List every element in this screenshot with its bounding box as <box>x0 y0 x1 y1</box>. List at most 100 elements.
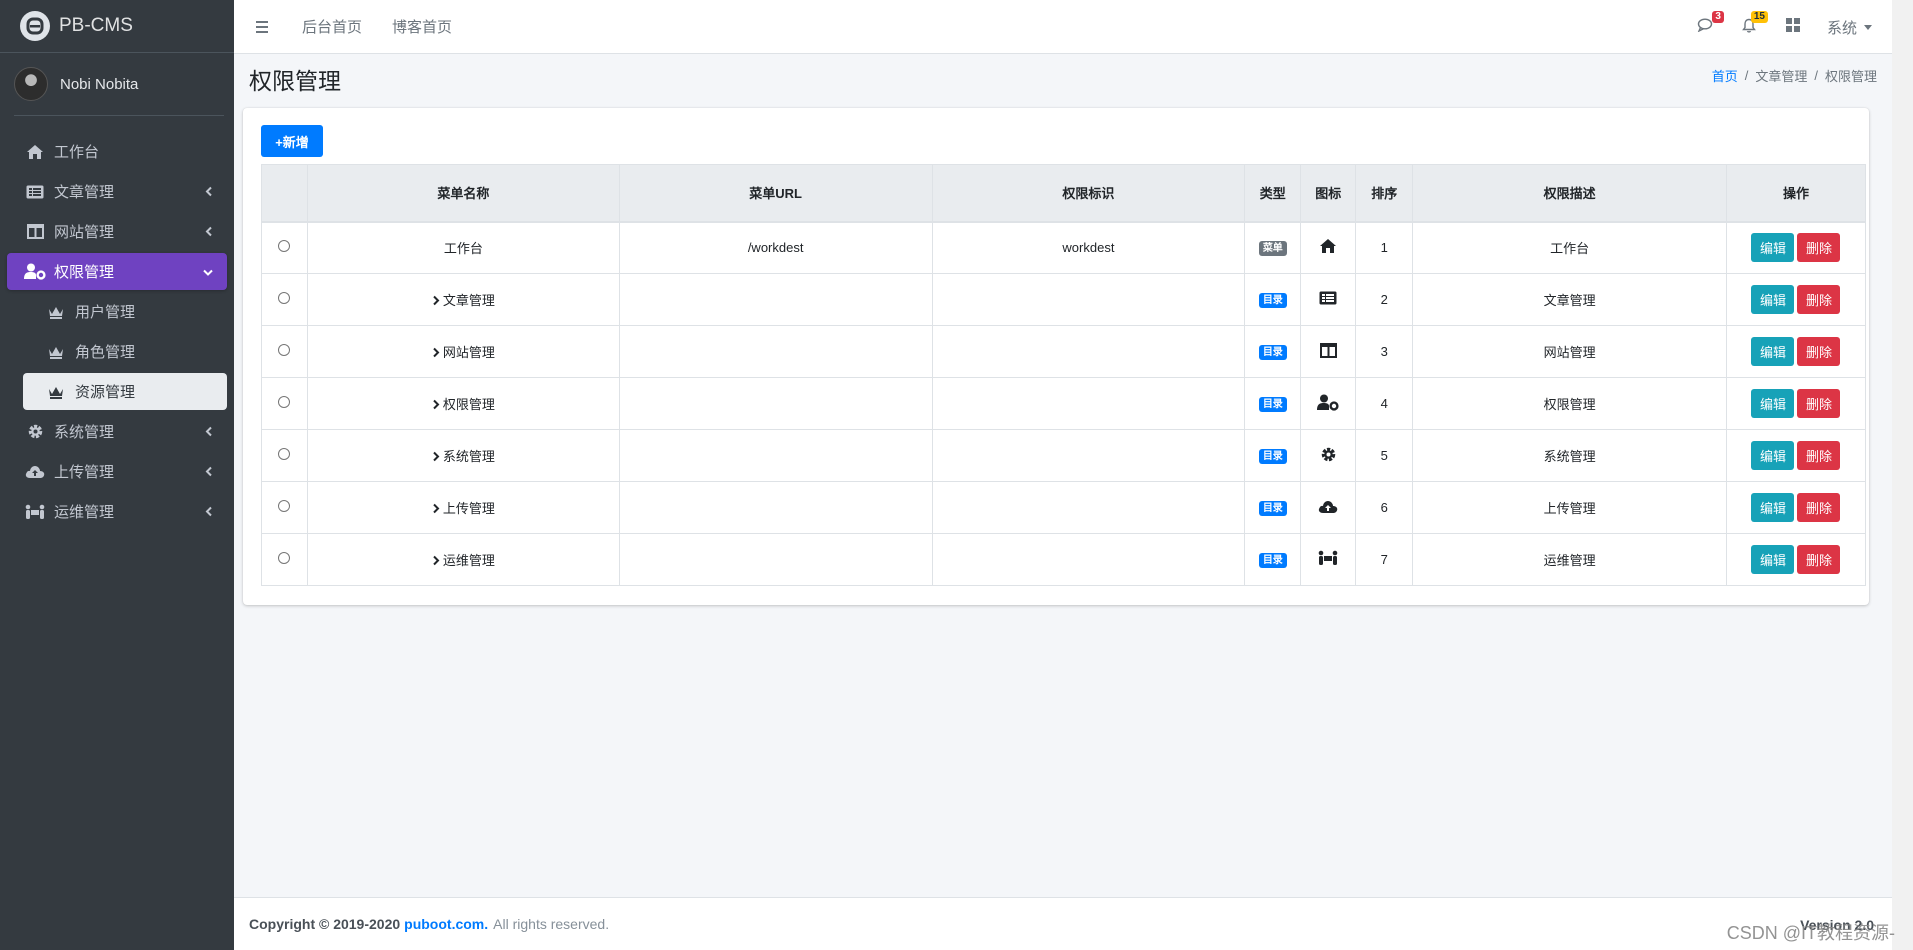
sidebar-item-resources[interactable]: 资源管理 <box>23 373 227 410</box>
sidebar-item-label: 网站管理 <box>54 224 115 241</box>
sidebar-item-articles[interactable]: 文章管理 <box>7 173 227 210</box>
chess-queen-icon <box>45 342 67 362</box>
cell-icon <box>1300 481 1357 534</box>
chevron-right-icon[interactable] <box>432 450 440 465</box>
delete-button[interactable]: 删除 <box>1797 545 1841 574</box>
chevron-right-icon[interactable] <box>432 502 440 517</box>
sidebar-item-users[interactable]: 用户管理 <box>23 293 227 330</box>
permissions-submenu: 用户管理 角色管理 资源管理 <box>7 293 227 410</box>
row-radio[interactable] <box>278 552 291 564</box>
cell-perm <box>931 429 1246 482</box>
row-radio[interactable] <box>278 344 291 356</box>
column-header-name[interactable]: 菜单名称 <box>306 164 620 223</box>
cell-desc: 文章管理 <box>1412 273 1727 326</box>
permissions-card: +新增 菜单名称 菜单URL 权限标识 类型 图标 排序 权限描述 操作 工作台… <box>243 108 1869 605</box>
cell-perm <box>931 325 1246 378</box>
delete-button[interactable]: 删除 <box>1797 389 1841 418</box>
chevron-down-icon <box>203 263 213 280</box>
cell-sort: 7 <box>1355 533 1414 586</box>
sidebar-item-ops[interactable]: 运维管理 <box>7 493 227 530</box>
chevron-right-icon[interactable] <box>432 398 440 413</box>
table-row[interactable]: 工作台/workdest workdest 菜单 1 工作台 编辑 删除 <box>261 221 1867 274</box>
cloud-upload-icon <box>24 462 46 482</box>
column-header-url[interactable]: 菜单URL <box>618 164 933 223</box>
edit-button[interactable]: 编辑 <box>1751 285 1795 314</box>
type-badge: 目录 <box>1258 345 1287 360</box>
delete-button[interactable]: 删除 <box>1797 285 1841 314</box>
cell-name: 工作台 <box>306 221 620 274</box>
row-radio[interactable] <box>278 500 291 512</box>
delete-button[interactable]: 删除 <box>1797 493 1841 522</box>
edit-button[interactable]: 编辑 <box>1751 337 1795 366</box>
edit-button[interactable]: 编辑 <box>1751 389 1795 418</box>
gear-icon <box>1320 447 1337 466</box>
type-badge: 目录 <box>1258 501 1287 516</box>
edit-button[interactable]: 编辑 <box>1751 493 1795 522</box>
breadcrumb-home[interactable]: 首页 <box>1712 66 1738 85</box>
brand-link[interactable]: PB-CMS <box>0 0 234 53</box>
row-select-cell <box>261 429 308 482</box>
row-radio[interactable] <box>278 292 291 304</box>
delete-button[interactable]: 删除 <box>1797 441 1841 470</box>
nav-link-blog-home[interactable]: 博客首页 <box>392 16 452 37</box>
cell-type: 菜单 <box>1244 221 1302 274</box>
table-row[interactable]: 网站管理 目录 3 网站管理 编辑 删除 <box>261 325 1867 378</box>
table-row[interactable]: 文章管理 目录 2 文章管理 编辑 删除 <box>261 273 1867 326</box>
breadcrumb-articles[interactable]: 文章管理 <box>1755 66 1807 85</box>
delete-button[interactable]: 删除 <box>1797 337 1841 366</box>
row-select-cell <box>261 325 308 378</box>
row-radio[interactable] <box>278 396 291 408</box>
system-dropdown[interactable]: 系统 <box>1827 17 1872 38</box>
sidebar-item-workbench[interactable]: 工作台 <box>7 133 227 170</box>
sidebar-item-label: 工作台 <box>54 144 100 161</box>
row-radio[interactable] <box>278 240 291 253</box>
row-select-cell <box>261 273 308 326</box>
grid-icon <box>1785 18 1800 36</box>
column-header-type[interactable]: 类型 <box>1244 164 1302 223</box>
edit-button[interactable]: 编辑 <box>1751 441 1795 470</box>
cell-desc: 上传管理 <box>1412 481 1727 534</box>
messages-button[interactable]: 3 <box>1695 11 1724 37</box>
cell-actions: 编辑 删除 <box>1725 273 1867 326</box>
chevron-right-icon[interactable] <box>432 294 440 309</box>
sidebar-item-roles[interactable]: 角色管理 <box>23 333 227 370</box>
cell-sort: 2 <box>1355 273 1414 326</box>
chevron-right-icon[interactable] <box>432 554 440 569</box>
chevron-right-icon[interactable] <box>432 346 440 361</box>
cell-url: /workdest <box>618 221 933 274</box>
delete-button[interactable]: 删除 <box>1797 233 1841 263</box>
notifications-button[interactable]: 15 <box>1739 11 1768 37</box>
column-header-sort[interactable]: 排序 <box>1355 164 1414 223</box>
cell-url <box>618 429 933 482</box>
table-row[interactable]: 权限管理 目录 4 权限管理 编辑 删除 <box>261 377 1867 430</box>
columns-icon <box>1319 342 1337 361</box>
page-scrollbar[interactable] <box>1892 0 1913 950</box>
apps-button[interactable] <box>1783 17 1803 37</box>
home-icon <box>1319 239 1337 257</box>
edit-button[interactable]: 编辑 <box>1751 233 1795 263</box>
table-row[interactable]: 运维管理 目录 7 运维管理 编辑 删除 <box>261 533 1867 586</box>
add-button[interactable]: +新增 <box>261 125 323 157</box>
nav-link-admin-home[interactable]: 后台首页 <box>302 16 362 37</box>
cell-sort: 3 <box>1355 325 1414 378</box>
menu-toggle-icon[interactable] <box>256 20 276 33</box>
edit-button[interactable]: 编辑 <box>1751 545 1795 574</box>
permissions-table: 菜单名称 菜单URL 权限标识 类型 图标 排序 权限描述 操作 工作台/wor… <box>261 164 1867 586</box>
sidebar-item-upload[interactable]: 上传管理 <box>7 453 227 490</box>
row-radio[interactable] <box>278 448 291 460</box>
cell-type: 目录 <box>1244 481 1302 534</box>
cell-type: 目录 <box>1244 325 1302 378</box>
cell-url <box>618 377 933 430</box>
sidebar-item-website[interactable]: 网站管理 <box>7 213 227 250</box>
breadcrumb-current: 权限管理 <box>1824 69 1877 84</box>
column-header-perm[interactable]: 权限标识 <box>931 164 1246 223</box>
user-panel[interactable]: Nobi Nobita <box>14 53 224 116</box>
column-header-icon[interactable]: 图标 <box>1300 164 1357 223</box>
sidebar-item-permissions[interactable]: 权限管理 <box>7 253 227 290</box>
column-header-desc[interactable]: 权限描述 <box>1412 164 1727 223</box>
cell-sort: 6 <box>1355 481 1414 534</box>
sidebar-item-system[interactable]: 系统管理 <box>7 413 227 450</box>
table-row[interactable]: 上传管理 目录 6 上传管理 编辑 删除 <box>261 481 1867 534</box>
footer-link[interactable]: puboot.com. <box>404 916 488 932</box>
table-row[interactable]: 系统管理 目录 5 系统管理 编辑 删除 <box>261 429 1867 482</box>
